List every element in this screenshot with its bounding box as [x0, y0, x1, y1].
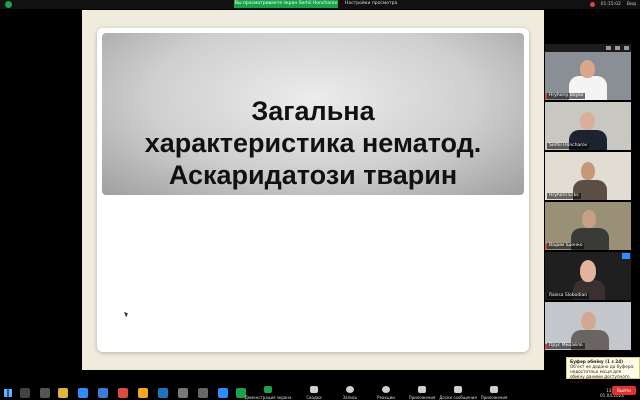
apps-button[interactable]: Приложения: [404, 386, 440, 400]
slide-title: Загальна характеристика нематод. Аскарид…: [145, 95, 482, 191]
participant-tile[interactable]: Прус Михайло: [545, 302, 631, 350]
more-icon: [490, 386, 498, 393]
share-banner: Вы просматриваете экран Serhii Honcharov: [234, 0, 338, 8]
participant-face: [582, 210, 596, 228]
more-options-icon[interactable]: [622, 253, 630, 259]
slide-title-line-3: Аскаридатози тварин: [168, 160, 458, 190]
participant-name: Hryhoriy Boyko: [547, 93, 586, 99]
participant-name: Hryhorii Ecks: [547, 193, 581, 199]
participant-face: [580, 60, 595, 78]
zoom-app-icon[interactable]: [78, 388, 88, 398]
windows-taskbar: [0, 386, 250, 400]
reactions-label: Реакции: [377, 395, 395, 400]
view-options-button[interactable]: Настройки просмотра: [345, 0, 397, 8]
participant-face: [580, 260, 596, 282]
participant-name: Serhii Honcharov: [547, 143, 590, 149]
participant-name: Raissa Slobodian: [547, 293, 590, 299]
more-button[interactable]: Приложения: [476, 386, 512, 400]
more-label: Приложения: [480, 395, 508, 400]
summary-icon: [310, 386, 318, 393]
whiteboard-icon: [454, 386, 462, 393]
participant-tile[interactable]: Hryhoriy Boyko: [545, 52, 631, 100]
presentation-slide: Загальна характеристика нематод. Аскарид…: [97, 28, 529, 352]
minimize-icon[interactable]: [624, 46, 629, 50]
apps-label: Приложения: [408, 395, 436, 400]
record-icon: [346, 386, 354, 393]
file-explorer-icon[interactable]: [58, 388, 68, 398]
chrome-icon[interactable]: [118, 388, 128, 398]
apps-icon: [418, 386, 426, 393]
share-screen-label: Демонстрация экрана: [244, 395, 292, 400]
clipboard-notification[interactable]: Буфер обміну (1 з 24) Об'єкт не додано д…: [566, 357, 640, 384]
word-icon[interactable]: [158, 388, 168, 398]
participant-tile[interactable]: Serhii Honcharov: [545, 102, 631, 150]
participant-tile[interactable]: Hryhorii Ecks: [545, 152, 631, 200]
slide-title-box: Загальна характеристика нематод. Аскарид…: [102, 33, 524, 195]
settings-icon[interactable]: [178, 388, 188, 398]
top-bar: Вы просматриваете экран Serhii Honcharov…: [0, 0, 640, 9]
whiteboard-label: Доски сообщения: [439, 395, 477, 400]
reactions-button[interactable]: Реакции: [368, 386, 404, 400]
task-view-icon[interactable]: [40, 388, 50, 398]
participant-face: [581, 162, 595, 180]
browser-icon[interactable]: [98, 388, 108, 398]
share-screen-button[interactable]: Демонстрация экрана: [240, 386, 296, 400]
summary-label: Сводка: [306, 395, 322, 400]
gallery-toolbar: [545, 44, 631, 52]
record-label: Запись: [342, 395, 358, 400]
participant-face: [581, 312, 596, 330]
windows-start-icon[interactable]: [4, 389, 12, 397]
view-button[interactable]: Вид: [627, 2, 636, 7]
zoom-meeting-icon[interactable]: [218, 388, 228, 398]
participant-face: [580, 112, 595, 130]
end-meeting-button[interactable]: Выйти: [612, 386, 636, 395]
gallery-view-icon[interactable]: [606, 46, 611, 50]
slide-title-line-2: характеристика нематод.: [144, 128, 482, 158]
summary-button[interactable]: Сводка: [296, 386, 332, 400]
top-right-controls: 01:15:02 Вид: [589, 0, 636, 9]
participant-tile[interactable]: Вадим Іщенко: [545, 202, 631, 250]
participant-name: Прус Михайло: [547, 343, 585, 349]
clipboard-text: Об'єкт не додано до буфера: недостатньо …: [570, 364, 635, 384]
firefox-icon[interactable]: [138, 388, 148, 398]
participant-name: Вадим Іщенко: [547, 243, 585, 249]
meeting-controls: Демонстрация экрана Сводка Запись Реакци…: [240, 378, 512, 400]
mail-icon[interactable]: [198, 388, 208, 398]
reactions-icon: [382, 386, 390, 393]
slide-title-line-1: Загальна: [251, 96, 375, 126]
whiteboard-button[interactable]: Доски сообщения: [439, 386, 477, 400]
search-icon[interactable]: [20, 388, 30, 398]
recording-icon: [589, 2, 595, 7]
zoom-shield-icon[interactable]: [5, 1, 12, 8]
shared-screen: Загальна характеристика нематод. Аскарид…: [82, 10, 544, 370]
speaker-view-icon[interactable]: [615, 46, 620, 50]
share-screen-icon: [264, 386, 272, 393]
record-button[interactable]: Запись: [332, 386, 368, 400]
meeting-clock: 01:15:02: [600, 2, 621, 7]
participant-tile[interactable]: Raissa Slobodian: [545, 252, 631, 300]
